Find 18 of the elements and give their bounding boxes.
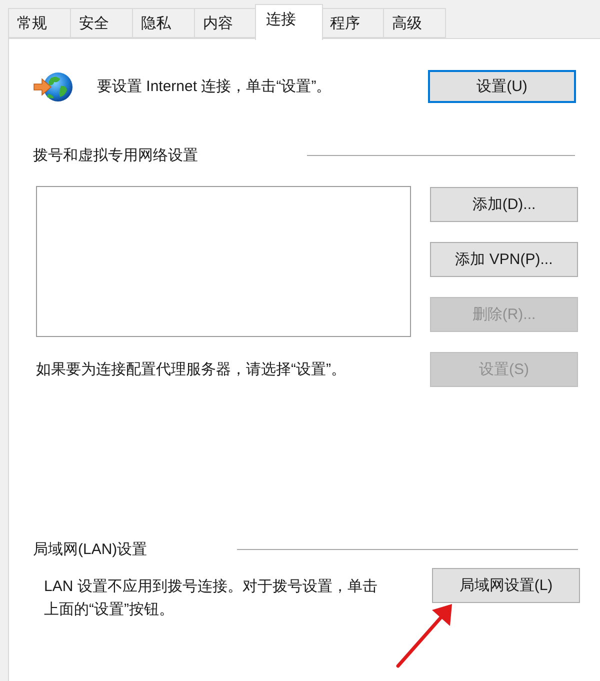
tab[interactable]: 安全 [70,8,133,38]
tab[interactable]: 隐私 [132,8,195,38]
tab[interactable]: 连接 [255,4,323,40]
section-heading: 拨号和虚拟专用网络设置 [33,146,198,164]
proxy-hint-text: 如果要为连接配置代理服务器，请选择“设置”。 [36,360,347,379]
setup-hint-text: 要设置 Internet 连接，单击“设置”。 [97,77,332,96]
lan-settings-button[interactable]: 局域网设置(L) [432,568,580,603]
setup-button[interactable]: 设置(U) [428,70,576,103]
tab[interactable]: 程序 [321,8,384,38]
tab[interactable]: 内容 [194,8,257,38]
section-heading: 局域网(LAN)设置 [33,540,148,558]
tab[interactable]: 常规 [8,8,71,38]
lan-hint-text: LAN 设置不应用到拨号连接。对于拨号设置，单击上面的“设置”按钮。 [44,577,378,620]
connections-listbox[interactable] [36,186,411,337]
dialup-button[interactable]: 添加 VPN(P)... [430,242,578,277]
globe-arrow-icon [33,72,73,102]
dialup-button[interactable]: 添加(D)... [430,187,578,222]
tab[interactable]: 高级 [383,8,446,38]
